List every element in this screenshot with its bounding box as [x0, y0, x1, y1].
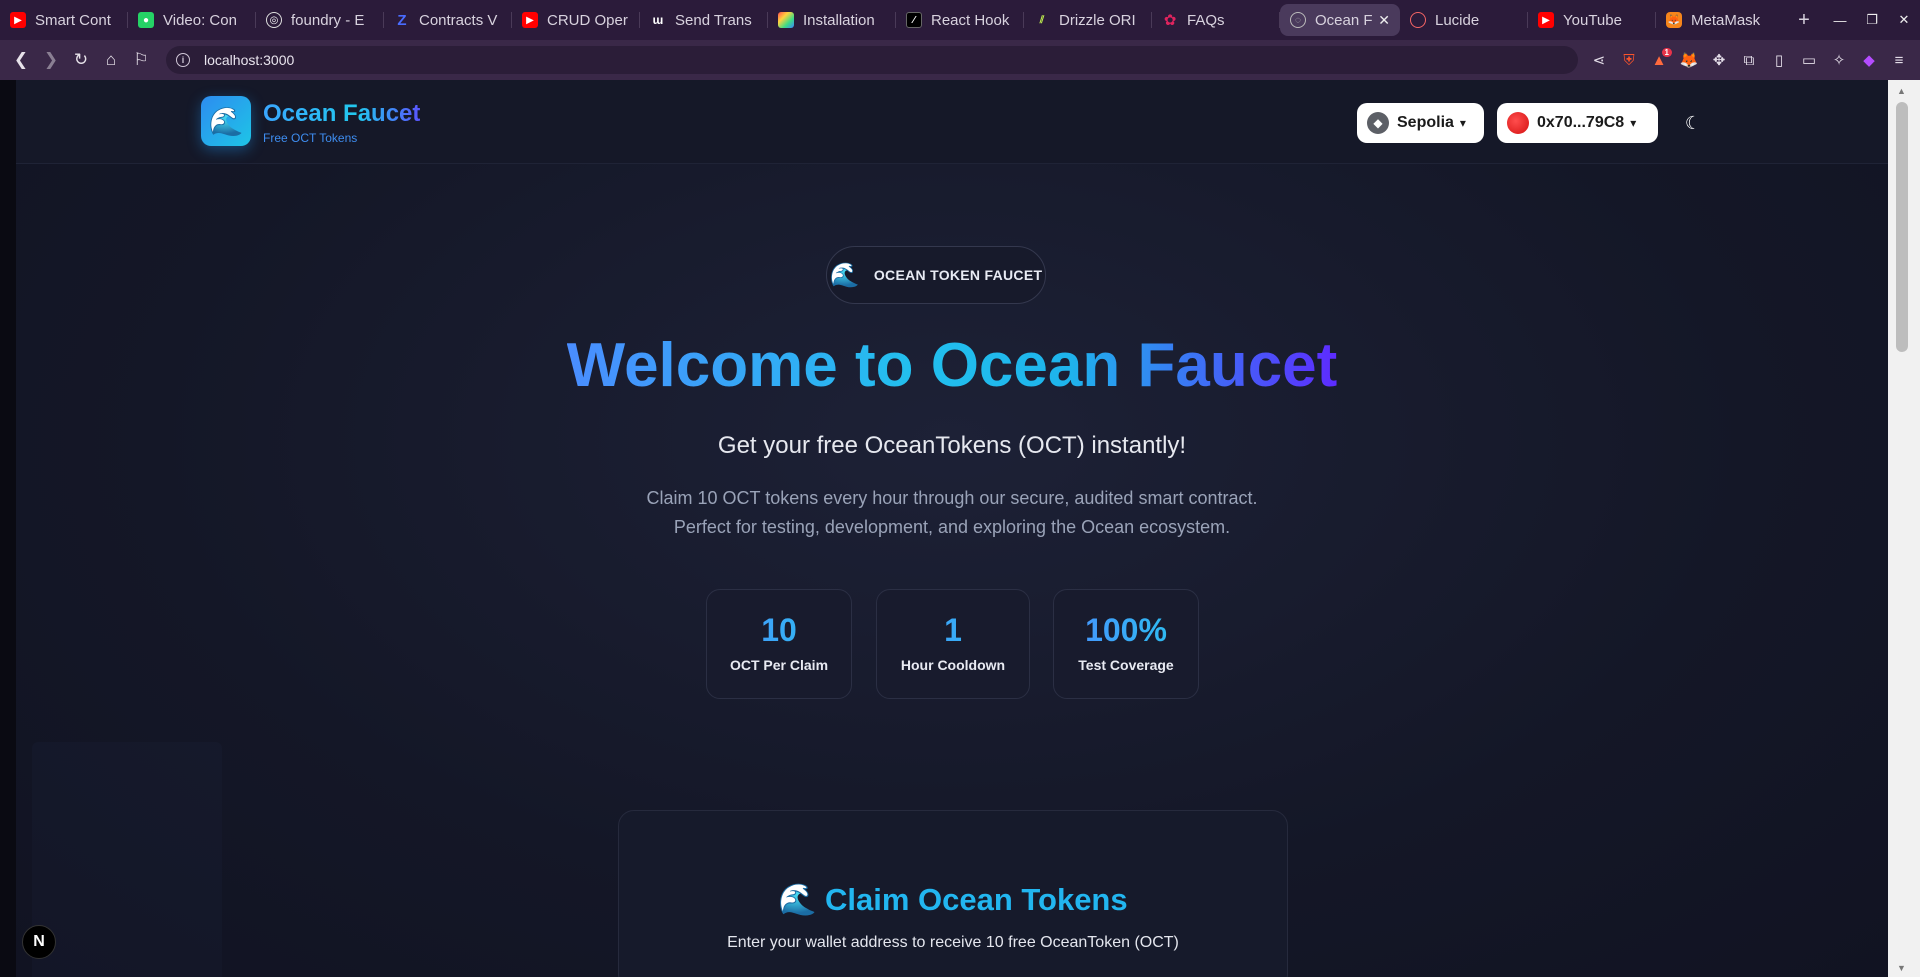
- site-header: 🌊 Ocean Faucet Free OCT Tokens ◆ Sepolia…: [16, 80, 1888, 164]
- hero-title: Welcome to Ocean Faucet: [566, 331, 1338, 400]
- wallet-icon[interactable]: ▭: [1794, 51, 1824, 69]
- wave-icon: 🌊: [829, 261, 860, 289]
- network-selector-button[interactable]: ◆ Sepolia ▾: [1357, 103, 1484, 143]
- tab-crud-operations[interactable]: ▶ CRUD Oper: [512, 4, 640, 36]
- foundry-icon: ◎: [266, 12, 282, 28]
- share-icon[interactable]: ⋖: [1584, 51, 1614, 69]
- lucide-icon: [1410, 12, 1426, 28]
- ocean-logo-icon[interactable]: 🌊: [201, 96, 251, 146]
- account-button[interactable]: 0x70...79C8 ▾: [1497, 103, 1658, 143]
- hero-subtitle: Get your free OceanTokens (OCT) instantl…: [717, 432, 1187, 459]
- brand-subtitle: Free OCT Tokens: [263, 131, 358, 145]
- background-decoration: [32, 742, 222, 977]
- wagmi-icon: ɯ: [652, 13, 664, 27]
- reload-icon[interactable]: ↻: [66, 45, 96, 75]
- scrollbar-thumb[interactable]: [1896, 102, 1908, 352]
- tab-contracts[interactable]: Z Contracts V: [384, 4, 512, 36]
- window-controls: — ❐ ✕: [1824, 0, 1920, 40]
- z-icon: Z: [397, 11, 407, 29]
- tab-metamask[interactable]: 🦊 MetaMask: [1656, 4, 1784, 36]
- page-viewport: 🌊 Ocean Faucet Free OCT Tokens ◆ Sepolia…: [16, 80, 1888, 977]
- maximize-icon[interactable]: ❐: [1856, 12, 1888, 28]
- menu-icon[interactable]: ≡: [1884, 52, 1914, 69]
- react-hook-icon: ⁄: [906, 12, 922, 28]
- youtube-icon: ▶: [522, 12, 538, 28]
- stat-label: OCT Per Claim: [729, 657, 829, 673]
- stat-card-hour-cooldown: 1 Hour Cooldown: [876, 589, 1030, 699]
- globe-icon: ◌: [1290, 12, 1306, 28]
- claim-title: 🌊 Claim Ocean Tokens: [778, 882, 1128, 917]
- youtube-icon: ▶: [1538, 12, 1554, 28]
- browser-tab-bar: ▶ Smart Cont ● Video: Con ◎ foundry - E …: [0, 0, 1920, 40]
- toolbar-actions: ⋖ ⛨ ▲ 1 🦊 ✥ ⧉ ▯ ▭ ✧ ◆ ≡: [1584, 45, 1914, 75]
- tab-video-con[interactable]: ● Video: Con: [128, 4, 256, 36]
- tab-ocean-faucet[interactable]: ◌ Ocean F ✕: [1280, 4, 1400, 36]
- back-icon[interactable]: ❮: [6, 45, 36, 75]
- rewards-icon[interactable]: ▲ 1: [1644, 47, 1674, 69]
- browser-toolbar: ❮ ❯ ↻ ⌂ ⚐ i localhost:3000 ⋖ ⛨ ▲ 1 🦊 ✥ ⧉ …: [0, 40, 1920, 80]
- stat-label: Test Coverage: [1078, 657, 1174, 673]
- claim-card: 🌊 Claim Ocean Tokens Enter your wallet ad…: [618, 810, 1288, 977]
- gear-icon: ✿: [1163, 12, 1177, 29]
- brand-title[interactable]: Ocean Faucet: [263, 100, 420, 128]
- stat-card-test-coverage: 100% Test Coverage: [1053, 589, 1199, 699]
- vpn-icon[interactable]: ◆: [1854, 51, 1884, 69]
- bookmark-icon[interactable]: ⚐: [126, 45, 156, 75]
- ethereum-icon: ◆: [1367, 112, 1389, 134]
- tab-installation[interactable]: Installation: [768, 4, 896, 36]
- home-icon[interactable]: ⌂: [96, 45, 126, 75]
- site-info-icon[interactable]: i: [176, 53, 190, 67]
- stat-card-oct-per-claim: 10 OCT Per Claim: [706, 589, 852, 699]
- hero-badge-label: OCEAN TOKEN FAUCET: [873, 267, 1043, 283]
- hero-description-line2: Perfect for testing, development, and ex…: [673, 517, 1231, 537]
- notification-badge: 1: [1661, 47, 1672, 57]
- stat-label: Hour Cooldown: [900, 657, 1006, 673]
- hero-badge: 🌊 OCEAN TOKEN FAUCET: [826, 246, 1046, 304]
- metamask-extension-icon[interactable]: 🦊: [1674, 51, 1704, 69]
- metamask-icon: 🦊: [1666, 12, 1682, 28]
- window-left-edge: [0, 80, 16, 977]
- address-bar[interactable]: i localhost:3000: [166, 46, 1578, 74]
- hero-description-line1: Claim 10 OCT tokens every hour through o…: [646, 488, 1258, 508]
- minimize-icon[interactable]: —: [1824, 13, 1856, 28]
- tab-smart-contracts[interactable]: ▶ Smart Cont: [0, 4, 128, 36]
- leo-ai-icon[interactable]: ✧: [1824, 51, 1854, 69]
- stat-value: 100%: [1054, 612, 1198, 649]
- extensions-icon[interactable]: ✥: [1704, 51, 1734, 69]
- tab-lucide[interactable]: Lucide: [1400, 4, 1528, 36]
- sidebar-icon[interactable]: ▯: [1764, 51, 1794, 69]
- claim-description: Enter your wallet address to receive 10 …: [727, 934, 1179, 951]
- scroll-down-icon[interactable]: ▼: [1897, 963, 1906, 973]
- scroll-up-icon[interactable]: ▲: [1897, 86, 1906, 96]
- chevron-down-icon: ▾: [1630, 116, 1637, 130]
- page-scrollbar[interactable]: ▲ ▼: [1888, 80, 1920, 977]
- tab-youtube[interactable]: ▶ YouTube: [1528, 4, 1656, 36]
- tab-foundry[interactable]: ◎ foundry - E: [256, 4, 384, 36]
- forward-icon[interactable]: ❯: [36, 45, 66, 75]
- brave-shield-icon[interactable]: ⛨: [1614, 52, 1644, 69]
- wave-icon: 🌊: [778, 882, 817, 917]
- screenshot-icon[interactable]: ⧉: [1734, 52, 1764, 69]
- account-address: 0x70...79C8: [1537, 114, 1625, 131]
- url-text[interactable]: localhost:3000: [204, 52, 294, 68]
- theme-toggle-moon-icon[interactable]: ☾: [1680, 110, 1706, 136]
- tab-faqs[interactable]: ✿ FAQs: [1152, 4, 1280, 36]
- rainbow-icon: [778, 12, 794, 28]
- avatar: [1507, 112, 1529, 134]
- tab-react-hook[interactable]: ⁄ React Hook: [896, 4, 1024, 36]
- hero-description: Claim 10 OCT tokens every hour through o…: [16, 484, 1888, 542]
- stat-value: 1: [877, 612, 1029, 649]
- drizzle-icon: ⫽: [1039, 14, 1045, 26]
- stat-value: 10: [707, 612, 851, 649]
- close-tab-icon[interactable]: ✕: [1378, 12, 1390, 29]
- nextjs-dev-indicator-icon[interactable]: N: [22, 925, 56, 959]
- chat-icon: ●: [138, 12, 154, 28]
- tab-drizzle-orm[interactable]: ⫽ Drizzle ORI: [1024, 4, 1152, 36]
- new-tab-button[interactable]: +: [1792, 9, 1816, 32]
- close-window-icon[interactable]: ✕: [1888, 12, 1920, 28]
- tab-send-transaction[interactable]: ɯ Send Trans: [640, 4, 768, 36]
- network-label: Sepolia: [1397, 114, 1454, 131]
- chevron-down-icon: ▾: [1459, 116, 1466, 130]
- youtube-icon: ▶: [10, 12, 26, 28]
